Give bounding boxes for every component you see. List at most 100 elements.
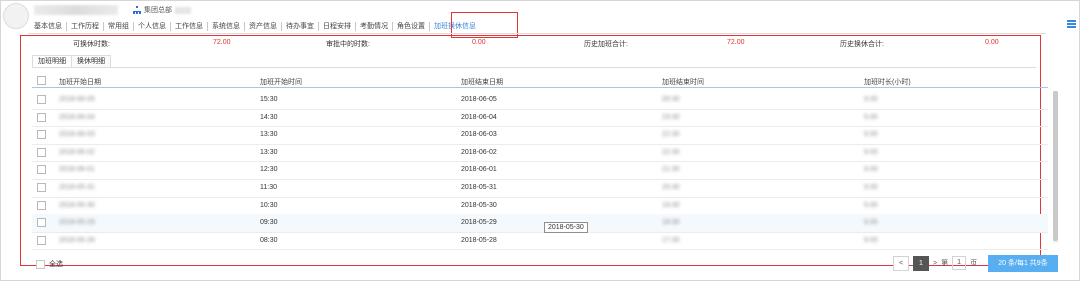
- cell-hours: 9.00: [864, 96, 878, 103]
- cell-start-time: 10:30: [260, 201, 278, 209]
- department-suffix-redacted: [175, 6, 191, 14]
- cell-hours: 9.00: [864, 236, 878, 244]
- cell-end-date: 2018-05-31: [461, 184, 497, 191]
- department-name: 集团总部: [144, 7, 172, 14]
- reviewing-hours-label: 审批中的时数:: [326, 41, 370, 48]
- table-row[interactable]: 2018-06-05 15:30 2018-06-05 00:30 9.00: [32, 91, 1048, 110]
- column-header-start-date[interactable]: 加班开始日期: [59, 77, 101, 87]
- cell-end-date: 2018-06-02: [461, 148, 497, 156]
- cell-hours: 9.00: [864, 219, 878, 227]
- goto-page-input[interactable]: 1: [952, 256, 967, 270]
- cell-start-date: 2018-06-03: [59, 131, 95, 139]
- cell-end-date: 2018-05-30: [461, 201, 497, 209]
- cell-end-time: 21:30: [662, 166, 680, 174]
- tab-asset-info[interactable]: 资产信息: [245, 21, 282, 31]
- tab-common-groups[interactable]: 常用组: [104, 21, 134, 31]
- row-checkbox[interactable]: [37, 183, 46, 192]
- cell-start-date: 2018-06-02: [59, 148, 95, 156]
- tab-system-info[interactable]: 系统信息: [208, 21, 245, 31]
- row-checkbox[interactable]: [37, 200, 46, 210]
- available-hours-label: 可换休时数:: [73, 41, 110, 48]
- table-row[interactable]: 2018-05-28 08:30 2018-05-28 17:30 9.00: [32, 232, 1048, 251]
- history-overtime-value: 72.00: [727, 39, 745, 46]
- row-checkbox[interactable]: [37, 112, 46, 122]
- cell-end-time: 22:30: [662, 131, 680, 139]
- select-all[interactable]: 全选: [36, 259, 63, 269]
- cell-end-date: 2018-06-04: [461, 113, 497, 121]
- cell-hours: 9.00: [864, 148, 878, 156]
- table-row[interactable]: 2018-05-30 10:30 2018-05-30 19:30 9.00: [32, 197, 1048, 216]
- table-row[interactable]: 2018-06-01 12:30 2018-06-01 21:30 9.00: [32, 161, 1048, 180]
- tab-basic-info[interactable]: 基本信息: [30, 21, 67, 31]
- table-scrollbar-thumb[interactable]: [1053, 91, 1058, 241]
- tab-divider: [28, 33, 1046, 34]
- page-size-button[interactable]: 20 条/每1 共9条: [988, 255, 1058, 272]
- tab-role-settings[interactable]: 角色设置: [393, 21, 430, 31]
- cell-hours: 9.00: [864, 184, 878, 191]
- history-overtime-label: 历史加班合计:: [584, 41, 628, 48]
- cell-start-date: 2018-05-31: [59, 184, 95, 191]
- tab-todo[interactable]: 待办事宜: [282, 21, 319, 31]
- table-row[interactable]: 2018-06-03 13:30 2018-06-03 22:30 9.00: [32, 126, 1048, 145]
- cell-end-time: 23:30: [662, 113, 680, 121]
- cell-end-date: 2018-06-05: [461, 96, 497, 103]
- tab-work-history[interactable]: 工作历程: [67, 21, 104, 31]
- overtime-summary: 可换休时数: 72.00 审批中的时数: 0.00 历史加班合计: 72.00 …: [20, 39, 1041, 49]
- cell-end-time: 17:30: [662, 236, 680, 244]
- history-leave-value: 0.00: [985, 39, 999, 46]
- list-menu-icon[interactable]: [1067, 20, 1076, 28]
- tab-attendance[interactable]: 考勤情况: [356, 21, 393, 31]
- prev-page-button[interactable]: <: [893, 255, 909, 271]
- tab-personal-info[interactable]: 个人信息: [134, 21, 171, 31]
- profile-tabs: 基本信息 工作历程 常用组 个人信息 工作信息 系统信息 资产信息 待办事宜 日…: [30, 20, 480, 32]
- tab-schedule[interactable]: 日程安排: [319, 21, 356, 31]
- cell-start-time: 08:30: [260, 236, 278, 244]
- column-header-hours[interactable]: 加班时长(小时): [864, 77, 911, 87]
- subtab-leave-detail[interactable]: 换休明细: [72, 55, 111, 67]
- goto-prefix: 第: [941, 260, 949, 267]
- cell-start-date: 2018-05-29: [59, 219, 95, 227]
- history-leave-label: 历史换休合计:: [840, 41, 884, 48]
- cell-end-time: 20:30: [662, 184, 680, 191]
- cell-hours: 9.00: [864, 131, 878, 139]
- department-label: 集团总部: [133, 5, 191, 15]
- subtab-divider: [32, 67, 1036, 68]
- row-checkbox[interactable]: [37, 95, 46, 104]
- cell-start-date: 2018-06-04: [59, 113, 95, 121]
- table-row[interactable]: 2018-05-31 11:30 2018-05-31 20:30 9.00: [32, 179, 1048, 198]
- select-all-checkbox[interactable]: [36, 259, 45, 269]
- goto-suffix: 页: [970, 260, 978, 267]
- cell-start-time: 13:30: [260, 148, 278, 156]
- header-checkbox[interactable]: [37, 76, 46, 85]
- cell-start-time: 11:30: [260, 184, 277, 191]
- cell-end-time: 19:30: [662, 201, 680, 209]
- cell-end-date: 2018-06-03: [461, 131, 497, 139]
- table-row[interactable]: 2018-06-02 13:30 2018-06-02 22:30 9.00: [32, 144, 1048, 163]
- table-row[interactable]: 2018-06-04 14:30 2018-06-04 23:30 9.00: [32, 109, 1048, 128]
- cell-end-time: 18:30: [662, 219, 680, 227]
- cell-start-date: 2018-05-28: [59, 236, 95, 244]
- table-row[interactable]: 2018-05-29 09:30 2018-05-29 18:30 9.00: [32, 214, 1048, 233]
- row-checkbox[interactable]: [37, 130, 46, 140]
- column-header-end-date[interactable]: 加班结束日期: [461, 77, 503, 87]
- avatar[interactable]: [3, 3, 29, 29]
- column-header-end-time[interactable]: 加班结束时间: [662, 77, 704, 87]
- tab-work-info[interactable]: 工作信息: [171, 21, 208, 31]
- detail-subtabs: 加班明细 换休明细: [32, 55, 111, 67]
- cell-end-time: 22:30: [662, 148, 680, 156]
- org-chart-icon: [133, 6, 141, 14]
- row-checkbox[interactable]: [37, 147, 46, 157]
- current-page-button[interactable]: 1: [913, 255, 929, 271]
- reviewing-hours-value: 0.00: [472, 39, 486, 46]
- cell-hours: 9.00: [864, 201, 878, 209]
- column-header-start-time[interactable]: 加班开始时间: [260, 77, 302, 87]
- row-checkbox[interactable]: [37, 235, 46, 245]
- available-hours-value: 72.00: [213, 39, 231, 46]
- cell-hours: 9.00: [864, 113, 878, 121]
- subtab-overtime-detail[interactable]: 加班明细: [32, 55, 72, 67]
- row-checkbox[interactable]: [37, 218, 46, 228]
- cell-end-date: 2018-05-28: [461, 236, 497, 244]
- next-page-button[interactable]: >: [933, 260, 937, 267]
- cell-start-date: 2018-06-01: [59, 166, 95, 174]
- row-checkbox[interactable]: [37, 165, 46, 175]
